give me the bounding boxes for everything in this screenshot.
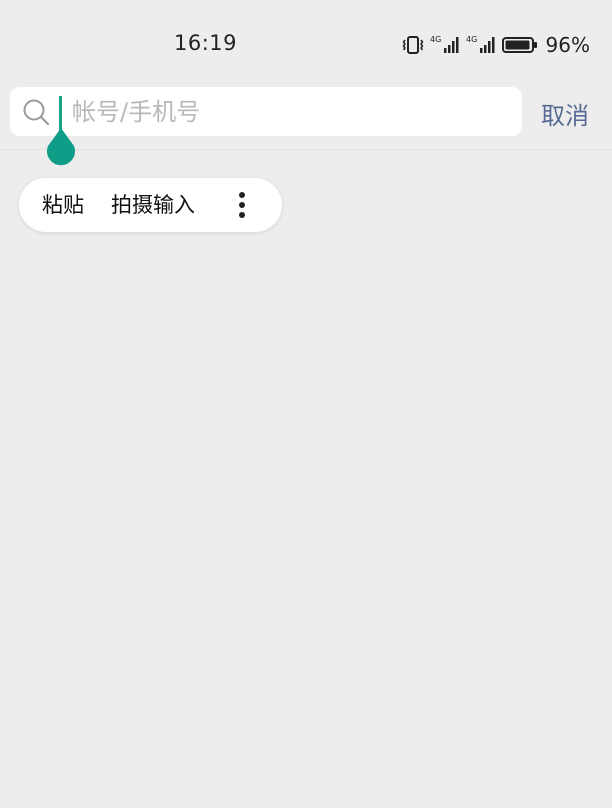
network-label-1: 4G (430, 35, 441, 44)
more-vertical-icon[interactable] (229, 190, 255, 220)
status-bar: 16:19 4G 4G 96% (0, 0, 612, 88)
screen: 16:19 4G 4G 96% 帐号/手机号 取消 粘贴 拍摄输入 (0, 0, 612, 808)
text-context-menu: 粘贴 拍摄输入 (19, 178, 282, 232)
network-label-2: 4G (466, 35, 477, 44)
signal-icon-2: 4G (466, 34, 496, 56)
status-icons: 4G 4G 96% (402, 33, 590, 57)
battery-percent: 96% (545, 33, 590, 57)
battery-icon (501, 35, 538, 55)
search-box[interactable] (10, 87, 522, 136)
cursor-handle[interactable] (44, 126, 78, 166)
cancel-button[interactable]: 取消 (541, 96, 589, 131)
paste-menu-item[interactable]: 粘贴 (42, 178, 84, 232)
vibrate-icon (402, 34, 424, 56)
photo-input-menu-item[interactable]: 拍摄输入 (111, 178, 195, 232)
battery-fill (505, 40, 530, 50)
search-icon (22, 98, 50, 126)
status-time: 16:19 (174, 31, 238, 55)
divider (0, 149, 612, 150)
search-bar: 取消 (0, 87, 612, 149)
search-input[interactable] (60, 87, 500, 136)
signal-icon-1: 4G (430, 34, 460, 56)
